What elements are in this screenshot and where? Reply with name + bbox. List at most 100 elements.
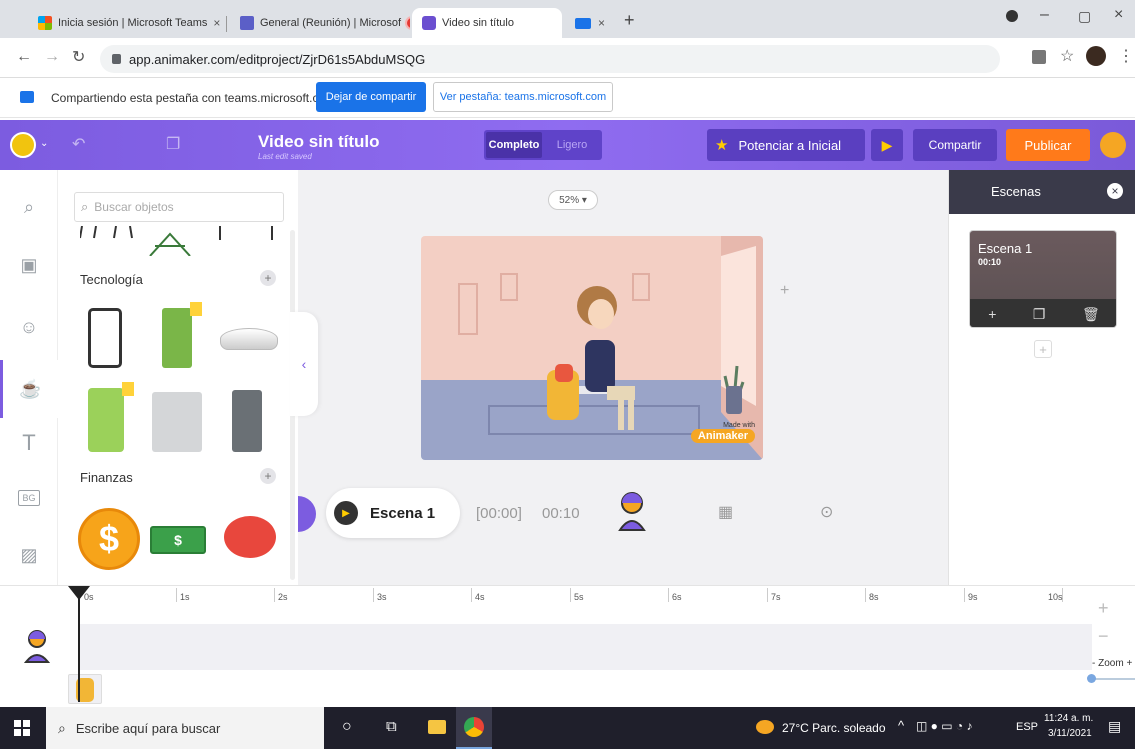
back-arrow-icon[interactable]: ← [16,48,32,66]
piggy-bank-item[interactable] [224,516,276,558]
mode-light-button[interactable]: Ligero [544,132,600,158]
url-text[interactable]: app.animaker.com/editproject/ZjrD61s5Abd… [129,52,425,67]
zoom-in-button[interactable]: + [1098,598,1109,619]
taskbar-search-box[interactable]: ⌕ Escribe aquí para buscar [46,707,324,749]
card-terminal-item[interactable] [162,308,192,368]
delete-scene-icon[interactable]: 🗑 [1082,306,1100,323]
zoom-slider[interactable] [1090,678,1135,680]
coin-item[interactable]: $ [78,508,140,570]
upgrade-button[interactable]: ★ Potenciar a Inicial [707,129,865,161]
user-avatar[interactable] [1100,132,1126,158]
tab-teams-meeting[interactable]: General (Reunión) | Microsof × [230,8,410,38]
chevron-down-icon[interactable]: ⌄ [40,138,48,149]
previous-scene-tab[interactable] [298,496,316,532]
tick-line [964,588,965,602]
undo-icon[interactable]: ↶ [72,134,85,154]
add-finance-button[interactable]: + [260,468,276,484]
profile-indicator-icon[interactable] [1006,10,1018,22]
weather-text[interactable]: 27°C Parc. soleado [782,721,886,735]
play-icon[interactable]: ▶ [334,501,358,525]
stop-sharing-button[interactable]: Dejar de compartir [316,82,426,112]
text-icon[interactable]: T [0,418,58,468]
close-scenes-button[interactable]: × [1107,183,1123,199]
background-icon[interactable]: BG [0,473,58,523]
scene-thumbnail[interactable]: Escena 1 00:10 + ❐ 🗑 [969,230,1117,328]
share-button[interactable]: Compartir [913,129,997,161]
maximize-button[interactable]: ▢ [1078,8,1091,25]
clock-time[interactable]: 11:24 a. m. [1044,713,1093,724]
zoom-dropdown[interactable]: 52% ▾ [548,190,598,210]
character-track-icon[interactable] [23,630,51,664]
templates-icon[interactable]: ▣ [0,240,58,290]
zoom-slider-thumb[interactable] [1087,674,1096,683]
translate-icon[interactable] [1032,50,1046,64]
mouse-item[interactable] [220,328,278,350]
add-scene-button[interactable]: + [1034,340,1052,358]
forward-arrow-icon[interactable]: → [44,48,60,66]
mode-full-button[interactable]: Completo [486,132,542,158]
character-timeline-icon[interactable] [618,492,646,532]
chrome-menu-icon[interactable]: ⋮ [1118,46,1134,66]
project-title[interactable]: Video sin título [258,132,380,152]
playhead-line[interactable] [78,592,80,702]
duplicate-scene-icon[interactable]: ❐ [1033,306,1046,323]
tab-animaker-active[interactable]: Video sin título [412,8,562,38]
scene-thumb-name: Escena 1 [978,241,1033,256]
collapse-panel-handle[interactable]: ‹ [290,312,318,416]
add-scene-icon[interactable]: + [988,306,996,322]
reload-icon[interactable]: ↻ [72,47,85,67]
video-frame-icon[interactable]: ▦ [718,502,733,522]
clock-date[interactable]: 3/11/2021 [1048,728,1092,739]
atm-item[interactable] [88,388,124,452]
scene-canvas[interactable]: Made with Animaker [421,236,763,460]
camera-focus-icon[interactable]: ⊙ [820,502,833,522]
banknote-item[interactable]: $ [150,526,206,554]
tick-label: 8s [869,592,879,602]
duplicate-icon[interactable]: ❐ [166,134,180,154]
tray-icons[interactable]: ◫ ● ▭ ◔ ♪ [916,719,973,733]
zoom-label: - Zoom + [1092,658,1133,669]
character-track[interactable] [80,624,1092,670]
publish-button[interactable]: Publicar [1006,129,1090,161]
notification-icon[interactable]: ▤ [1108,718,1121,735]
teams-icon [240,16,254,30]
windows-start-icon[interactable] [14,720,30,736]
properties-coffee-icon[interactable]: ☕ [0,360,58,418]
search-icon[interactable]: ⌕ [0,182,58,232]
vending-machine-item[interactable] [232,390,262,452]
task-view-icon[interactable]: ⧉ [386,718,397,735]
phone-item[interactable] [88,308,122,368]
new-tab-button[interactable]: + [624,10,635,31]
minimize-button[interactable]: – [1040,6,1049,24]
tray-chevron-icon[interactable]: ^ [898,718,904,733]
image-icon[interactable]: ▨ [0,530,58,580]
tab-sharing[interactable]: × [565,8,615,38]
backpack-item-thumb[interactable] [68,674,102,704]
url-box[interactable]: app.animaker.com/editproject/ZjrD61s5Abd… [100,45,1000,73]
chrome-taskbar-button[interactable] [456,707,492,749]
language-indicator[interactable]: ESP [1016,721,1038,733]
bookmark-star-icon[interactable]: ☆ [1060,46,1074,66]
copier-item[interactable] [152,392,202,452]
file-explorer-icon[interactable] [428,720,446,734]
scene-play-pill[interactable]: ▶ Escena 1 [326,488,460,538]
tab-teams-login[interactable]: Inicia sesión | Microsoft Teams × [28,8,223,38]
view-tab-button[interactable]: Ver pestaña: teams.microsoft.com [433,82,613,112]
close-window-button[interactable]: × [1114,6,1123,24]
animaker-menu-logo-icon[interactable] [10,132,36,158]
scenes-panel: Escenas × Escena 1 00:10 + ❐ 🗑 + [948,170,1135,585]
add-technology-button[interactable]: + [260,270,276,286]
add-scene-canvas-icon[interactable]: + [780,282,789,300]
taskbar-search-placeholder: Escribe aquí para buscar [75,720,221,736]
search-objects-input[interactable]: ⌕ Buscar objetos [74,192,284,222]
zoom-out-button[interactable]: − [1098,626,1109,647]
preview-play-button[interactable]: ▶ [871,129,903,161]
furniture-items[interactable] [79,225,280,257]
section-title-technology: Tecnología [80,272,143,287]
profile-avatar[interactable] [1086,46,1106,66]
tab-close-icon[interactable]: × [598,16,605,30]
tab-close-icon[interactable]: × [213,16,220,30]
cortana-icon[interactable]: ○ [342,718,352,736]
characters-icon[interactable]: ☺ [0,302,58,352]
scene-end-time[interactable]: 00:10 [542,505,580,522]
